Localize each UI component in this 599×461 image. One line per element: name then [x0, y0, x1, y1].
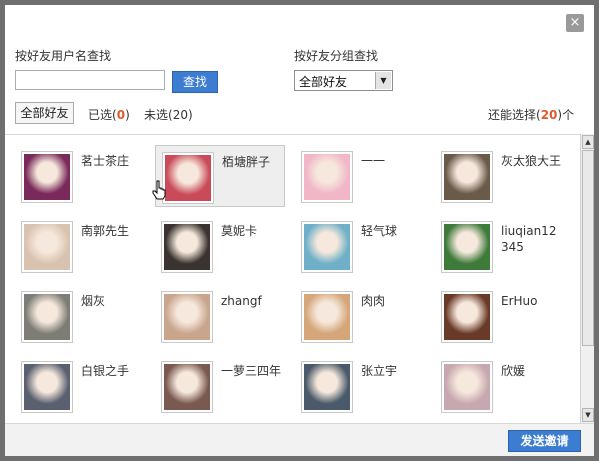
- friend-item[interactable]: 张立宇: [295, 355, 425, 417]
- friend-avatar[interactable]: [161, 221, 213, 273]
- chevron-down-icon[interactable]: ▼: [375, 72, 391, 89]
- search-button[interactable]: 查找: [172, 71, 218, 93]
- friend-name[interactable]: 轻气球: [361, 223, 423, 239]
- young-man-image: [304, 364, 350, 410]
- game-character-image: [24, 364, 70, 410]
- friend-item[interactable]: zhangf: [155, 285, 285, 347]
- scrollbar-thumb[interactable]: [582, 150, 594, 346]
- friend-avatar[interactable]: [441, 221, 493, 273]
- tab-unselected[interactable]: 未选(20): [144, 106, 193, 123]
- friend-avatar[interactable]: [301, 361, 353, 413]
- friend-name[interactable]: 欣媛: [501, 363, 563, 379]
- friend-name[interactable]: 茗士茶庄: [81, 153, 143, 169]
- friend-name[interactable]: 肉肉: [361, 293, 423, 309]
- friend-avatar[interactable]: [21, 361, 73, 413]
- friend-item[interactable]: 茗士茶庄: [15, 145, 145, 207]
- friend-item[interactable]: 一萝三四年: [155, 355, 285, 417]
- woman-portrait-image: [164, 364, 210, 410]
- friend-avatar[interactable]: [301, 151, 353, 203]
- friend-name[interactable]: 栢塘胖子: [222, 154, 284, 170]
- friend-item[interactable]: liuqian12345: [435, 215, 565, 277]
- friend-name[interactable]: 莫妮卡: [221, 223, 283, 239]
- friend-item[interactable]: ErHuo: [435, 285, 565, 347]
- friend-name[interactable]: zhangf: [221, 293, 283, 309]
- friend-name[interactable]: 烟灰: [81, 293, 143, 309]
- scrollbar[interactable]: ▲ ▼: [580, 134, 594, 423]
- friend-name[interactable]: 南郭先生: [81, 223, 143, 239]
- friend-item[interactable]: 栢塘胖子: [155, 145, 285, 207]
- friend-item[interactable]: 白银之手: [15, 355, 145, 417]
- friend-avatar[interactable]: [441, 151, 493, 203]
- monkeys-image: [444, 294, 490, 340]
- friend-item[interactable]: 南郭先生: [15, 215, 145, 277]
- friend-avatar[interactable]: [441, 361, 493, 413]
- selected-count: 0: [116, 108, 126, 122]
- beach-photo-image: [304, 224, 350, 270]
- friend-item[interactable]: 莫妮卡: [155, 215, 285, 277]
- close-icon: ×: [569, 15, 581, 30]
- dialog-footer: 发送邀请: [5, 423, 594, 456]
- friend-name[interactable]: liuqian12345: [501, 223, 563, 255]
- tea-logo-image: [24, 154, 70, 200]
- search-by-group-label: 按好友分组查找: [294, 49, 379, 63]
- invite-friends-dialog: × 按好友用户名查找 按好友分组查找 查找 全部好友 ▼ 全部好友 已选(0) …: [5, 5, 594, 456]
- close-button[interactable]: ×: [566, 14, 584, 32]
- friend-avatar[interactable]: [301, 221, 353, 273]
- blonde-woman-image: [304, 294, 350, 340]
- remaining-quota: 还能选择(20)个: [488, 106, 574, 123]
- baby-mustache-image: [164, 294, 210, 340]
- boy-photo-image: [444, 154, 490, 200]
- tab-all-friends[interactable]: 全部好友: [15, 102, 74, 124]
- tab-selected[interactable]: 已选(0): [88, 106, 130, 123]
- friend-item[interactable]: 欣媛: [435, 355, 565, 417]
- send-invite-button[interactable]: 发送邀请: [508, 430, 581, 452]
- crying-baby-image: [24, 224, 70, 270]
- man-glasses-image: [444, 224, 490, 270]
- friend-name[interactable]: 一萝三四年: [221, 363, 283, 379]
- scroll-down-arrow-icon[interactable]: ▼: [582, 408, 594, 422]
- scroll-up-arrow-icon[interactable]: ▲: [582, 135, 594, 149]
- username-search-input[interactable]: [15, 70, 165, 90]
- search-by-name-label: 按好友用户名查找: [15, 49, 112, 63]
- friend-item[interactable]: 肉肉: [295, 285, 425, 347]
- remaining-suffix: )个: [557, 108, 575, 122]
- friend-list: 茗士茶庄 栢塘胖子 一一 灰太狼大王南郭先生 莫妮卡 轻气球 liuqian12345 烟灰 z…: [5, 134, 580, 424]
- little-girl-image: [444, 364, 490, 410]
- friend-name[interactable]: 灰太狼大王: [501, 153, 563, 169]
- friend-avatar[interactable]: [21, 221, 73, 273]
- friend-item[interactable]: 烟灰: [15, 285, 145, 347]
- remaining-prefix: 还能选择(: [488, 108, 541, 122]
- friend-item[interactable]: 轻气球: [295, 215, 425, 277]
- friend-avatar[interactable]: [161, 361, 213, 413]
- friend-avatar[interactable]: [162, 152, 214, 204]
- friend-avatar[interactable]: [441, 291, 493, 343]
- selected-label: 已选: [88, 108, 113, 122]
- group-select[interactable]: 全部好友 ▼: [294, 70, 393, 91]
- friend-avatar[interactable]: [21, 291, 73, 343]
- friend-avatar[interactable]: [301, 291, 353, 343]
- baby-photo-image: [165, 155, 211, 201]
- friend-name[interactable]: 一一: [361, 153, 423, 169]
- group-select-value: 全部好友: [299, 75, 348, 89]
- graffiti-image: [24, 294, 70, 340]
- unselected-label: 未选: [144, 108, 169, 122]
- remaining-count: 20: [540, 108, 558, 122]
- unselected-count: (20): [168, 108, 193, 122]
- friend-item[interactable]: 一一: [295, 145, 425, 207]
- friend-avatar[interactable]: [161, 291, 213, 343]
- pink-girl-image: [304, 154, 350, 200]
- hand-cursor-icon: [152, 180, 166, 200]
- smiling-woman-image: [164, 224, 210, 270]
- friend-avatar[interactable]: [21, 151, 73, 203]
- friend-item[interactable]: 灰太狼大王: [435, 145, 565, 207]
- friend-name[interactable]: 张立宇: [361, 363, 423, 379]
- friend-name[interactable]: ErHuo: [501, 293, 563, 309]
- friend-name[interactable]: 白银之手: [81, 363, 143, 379]
